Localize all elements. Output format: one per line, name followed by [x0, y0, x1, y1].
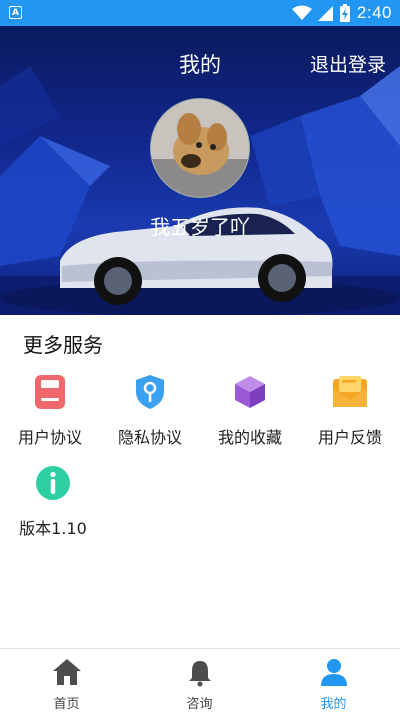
user-icon	[320, 659, 347, 686]
mail-icon	[333, 376, 367, 407]
clock: 2:40	[356, 3, 392, 22]
service-feedback[interactable]: 用户反馈	[300, 374, 400, 448]
service-user-agreement[interactable]: 用户协议	[0, 374, 100, 448]
service-privacy-policy[interactable]: 隐私协议	[100, 374, 200, 448]
info-icon	[36, 466, 70, 500]
tab-label: 首页	[53, 697, 80, 712]
cell-signal-icon	[317, 6, 333, 21]
bottom-tab-bar: 首页 咨询 我的	[0, 648, 400, 712]
nickname: 我五岁了吖	[150, 215, 250, 239]
bell-icon	[188, 661, 211, 687]
dog-photo	[151, 99, 249, 197]
cube-icon	[235, 376, 265, 408]
service-favorites[interactable]: 我的收藏	[200, 374, 300, 448]
avatar[interactable]	[150, 98, 250, 198]
wifi-icon	[291, 5, 312, 20]
home-icon	[52, 659, 81, 685]
service-label: 我的收藏	[217, 428, 282, 447]
document-icon	[35, 375, 65, 409]
tab-label: 我的	[320, 697, 347, 712]
tab-label: 咨询	[186, 697, 213, 712]
shield-key-icon	[136, 375, 164, 409]
tab-consult[interactable]: 咨询	[133, 649, 266, 712]
app-notification-icon: A	[9, 6, 22, 19]
services-title: 更多服务	[23, 333, 103, 357]
status-bar: A 2:40	[0, 0, 400, 26]
profile-header: 我的 退出登录 我五岁了吖	[0, 26, 400, 315]
service-label: 隐私协议	[117, 428, 182, 447]
service-label: 用户协议	[17, 428, 82, 447]
service-label: 版本1.10	[19, 519, 87, 538]
service-version[interactable]: 版本1.10	[3, 465, 103, 539]
battery-charging-icon	[339, 4, 350, 22]
service-label: 用户反馈	[317, 428, 382, 447]
tab-home[interactable]: 首页	[0, 649, 133, 712]
tab-mine[interactable]: 我的	[267, 649, 400, 712]
logout-button[interactable]: 退出登录	[310, 50, 386, 77]
